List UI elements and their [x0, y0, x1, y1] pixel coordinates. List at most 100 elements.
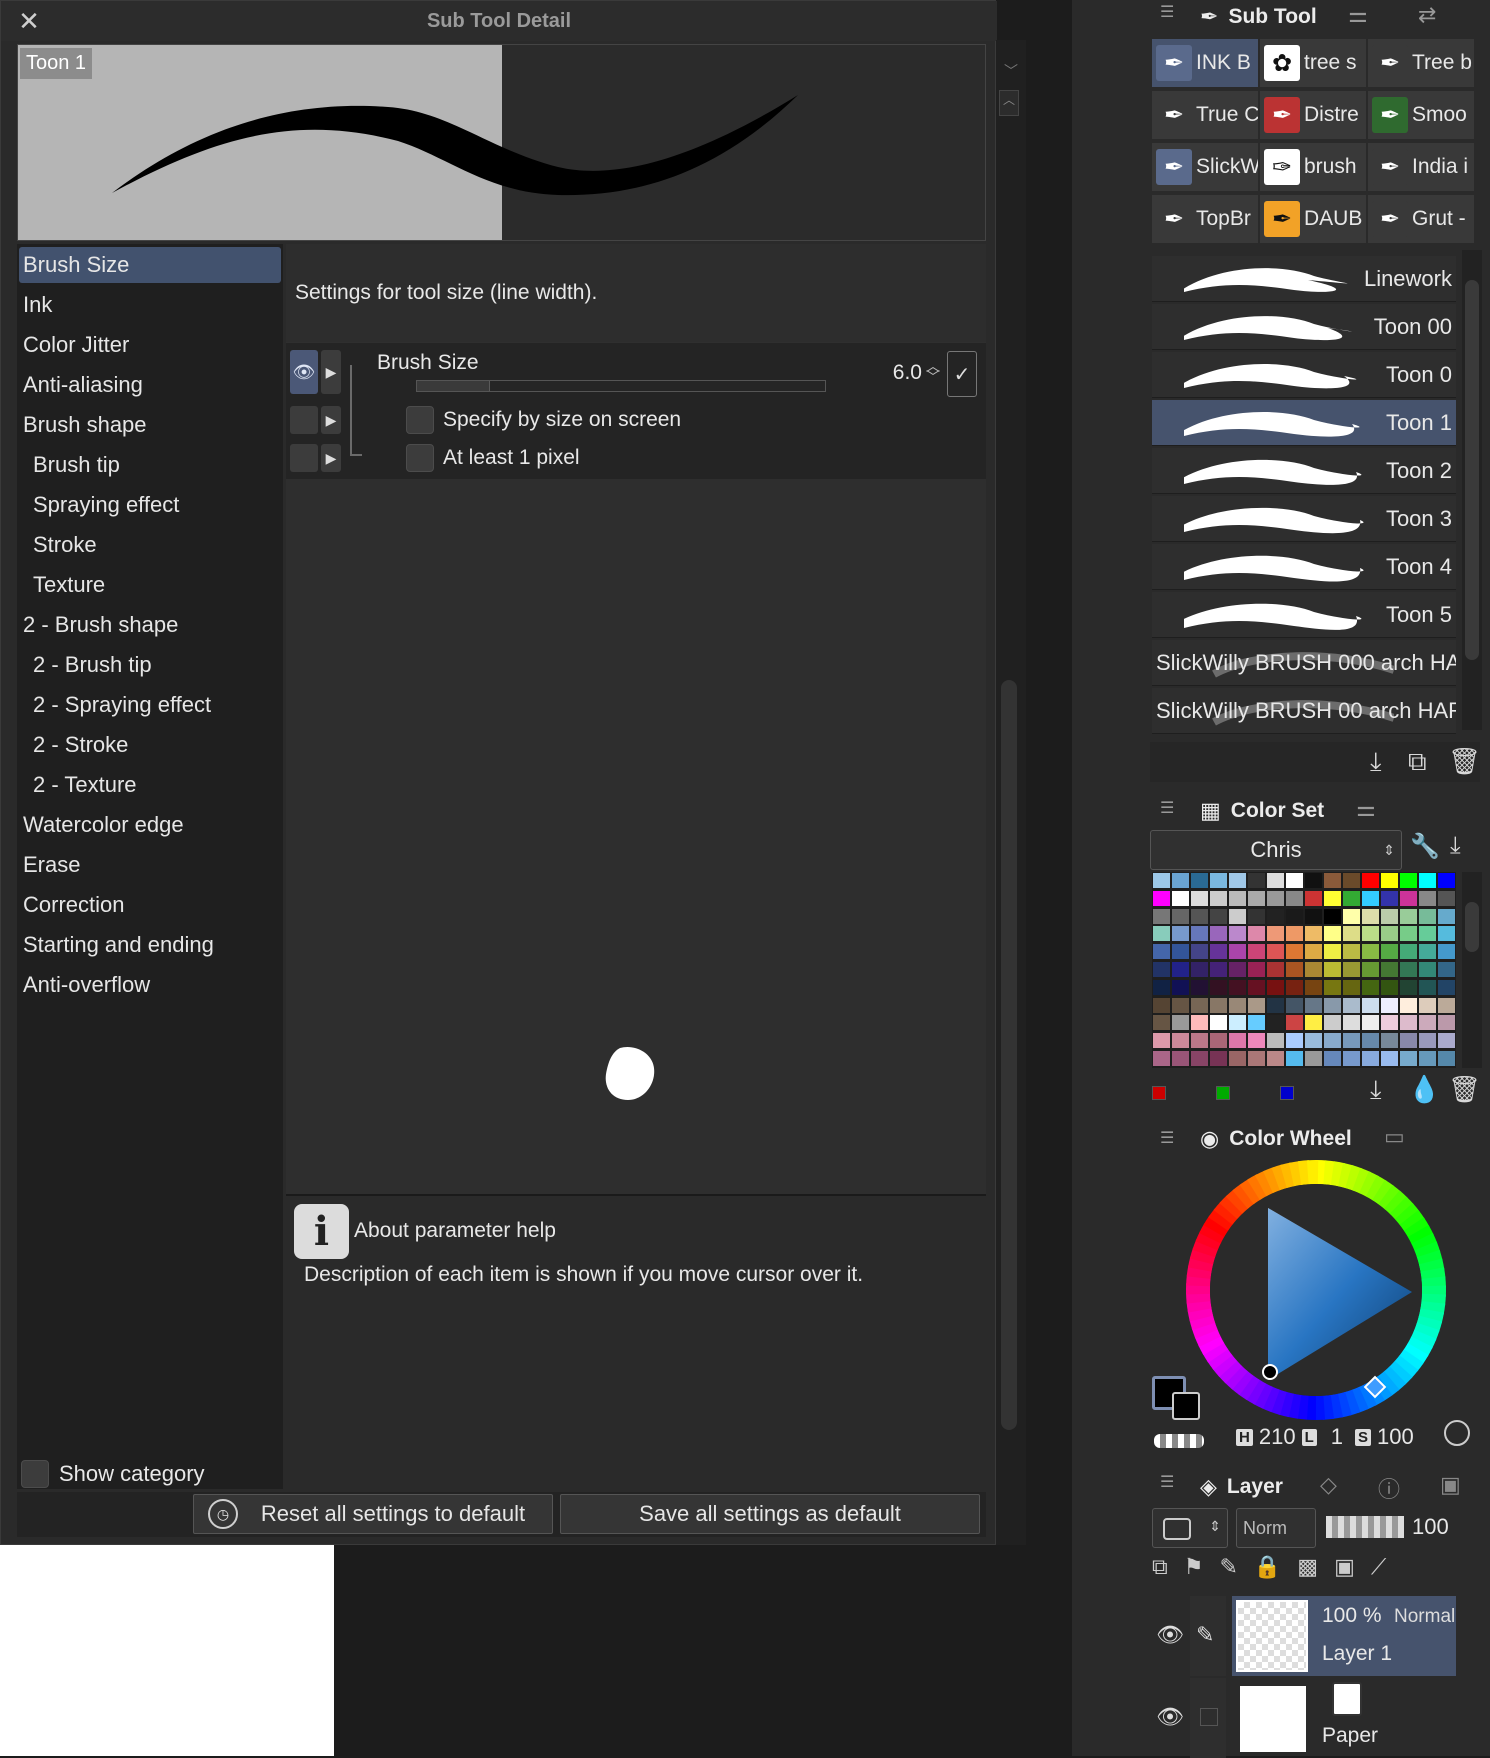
- category-item[interactable]: 2 - Brush tip: [19, 647, 281, 683]
- color-swatch[interactable]: [1400, 1015, 1417, 1030]
- brush-size-value[interactable]: 6.0: [886, 361, 922, 385]
- color-swatch[interactable]: [1248, 926, 1265, 941]
- brush-list-item[interactable]: Toon 0: [1152, 352, 1456, 398]
- color-swatch[interactable]: [1172, 1033, 1189, 1048]
- category-item[interactable]: Watercolor edge: [19, 807, 281, 843]
- save-all-button[interactable]: Save all settings as default: [560, 1494, 980, 1534]
- color-swatch[interactable]: [1305, 1051, 1322, 1066]
- color-swatch[interactable]: [1210, 1033, 1227, 1048]
- add-color-icon[interactable]: 💧: [1408, 1074, 1440, 1105]
- color-swatch[interactable]: [1267, 909, 1284, 924]
- color-swatch[interactable]: [1267, 1033, 1284, 1048]
- color-swatch[interactable]: [1191, 909, 1208, 924]
- color-swatch[interactable]: [1438, 962, 1455, 977]
- color-swatch[interactable]: [1400, 944, 1417, 959]
- eye-toggle[interactable]: [290, 444, 318, 472]
- scroll-up-arrow[interactable]: ︿: [999, 90, 1019, 116]
- color-swatch[interactable]: [1381, 891, 1398, 906]
- reset-all-button[interactable]: ◷ Reset all settings to default: [193, 1494, 553, 1534]
- lock-alpha-icon[interactable]: ▩: [1297, 1554, 1318, 1588]
- color-swatch[interactable]: [1229, 962, 1246, 977]
- color-swatch[interactable]: [1362, 891, 1379, 906]
- color-swatch[interactable]: [1229, 998, 1246, 1013]
- ruler-icon[interactable]: ⟋: [1371, 1554, 1386, 1588]
- color-swatch[interactable]: [1400, 980, 1417, 995]
- color-swatch[interactable]: [1381, 1033, 1398, 1048]
- color-swatch[interactable]: [1400, 1033, 1417, 1048]
- value-stepper-icon[interactable]: ︿﹀: [923, 357, 943, 387]
- category-item[interactable]: Starting and ending: [19, 927, 281, 963]
- color-swatch[interactable]: [1419, 1033, 1436, 1048]
- category-item[interactable]: Texture: [19, 567, 281, 603]
- color-swatch[interactable]: [1438, 944, 1455, 959]
- color-swatch[interactable]: [1305, 980, 1322, 995]
- color-swatch[interactable]: [1248, 998, 1265, 1013]
- brush-list-item[interactable]: Toon 5: [1152, 592, 1456, 638]
- color-swatch[interactable]: [1153, 909, 1170, 924]
- color-swatch[interactable]: [1172, 891, 1189, 906]
- clip-icon[interactable]: ⧉: [1152, 1554, 1168, 1588]
- color-mode-icon[interactable]: [1444, 1420, 1470, 1446]
- color-swatch[interactable]: [1286, 1051, 1303, 1066]
- color-swatch[interactable]: [1362, 1015, 1379, 1030]
- color-swatch[interactable]: [1191, 926, 1208, 941]
- color-swatch[interactable]: [1153, 1051, 1170, 1066]
- color-swatch[interactable]: [1153, 944, 1170, 959]
- import-icon[interactable]: ⤓: [1370, 746, 1382, 778]
- color-swatch[interactable]: [1419, 998, 1436, 1013]
- color-swatch[interactable]: [1172, 1051, 1189, 1066]
- layer-type-dropdown[interactable]: ⇕: [1152, 1508, 1228, 1548]
- color-swatch[interactable]: [1229, 944, 1246, 959]
- color-swatch[interactable]: [1400, 1051, 1417, 1066]
- color-swatch[interactable]: [1248, 980, 1265, 995]
- color-swatch[interactable]: [1153, 1033, 1170, 1048]
- color-swatch[interactable]: [1191, 998, 1208, 1013]
- color-swatch[interactable]: [1248, 873, 1265, 888]
- tab-layer[interactable]: ◈ Layer: [1200, 1470, 1283, 1504]
- checkbox-icon[interactable]: [1200, 1708, 1218, 1726]
- color-swatch[interactable]: [1362, 962, 1379, 977]
- eye-toggle[interactable]: [290, 406, 318, 434]
- color-swatch[interactable]: [1172, 980, 1189, 995]
- pressure-settings-icon[interactable]: ✓: [947, 351, 977, 397]
- color-swatch[interactable]: [1305, 873, 1322, 888]
- color-swatch[interactable]: [1286, 873, 1303, 888]
- color-swatch[interactable]: [1210, 962, 1227, 977]
- brush-list-item[interactable]: Toon 1: [1152, 400, 1456, 446]
- color-swatch[interactable]: [1248, 891, 1265, 906]
- transparent-color-icon[interactable]: [1154, 1434, 1204, 1448]
- color-swatch[interactable]: [1381, 873, 1398, 888]
- blue-swatch[interactable]: [1280, 1086, 1294, 1100]
- color-swatch[interactable]: [1400, 909, 1417, 924]
- color-swatch[interactable]: [1191, 1015, 1208, 1030]
- brush-list-item[interactable]: Toon 00: [1152, 304, 1456, 350]
- color-swatch[interactable]: [1324, 891, 1341, 906]
- green-swatch[interactable]: [1216, 1086, 1230, 1100]
- color-swatch[interactable]: [1343, 1051, 1360, 1066]
- sub-tool-group-button[interactable]: ✒Smoo: [1368, 91, 1474, 139]
- color-swatch[interactable]: [1153, 998, 1170, 1013]
- color-swatch[interactable]: [1229, 1015, 1246, 1030]
- tab-color-set[interactable]: ▦ Color Set: [1200, 794, 1324, 828]
- menu-icon[interactable]: ☰: [1160, 1128, 1174, 1148]
- color-swatch[interactable]: [1400, 962, 1417, 977]
- eye-icon[interactable]: 👁: [290, 350, 318, 394]
- color-swatch[interactable]: [1324, 1051, 1341, 1066]
- color-swatch[interactable]: [1153, 1015, 1170, 1030]
- color-swatch[interactable]: [1210, 891, 1227, 906]
- color-swatch[interactable]: [1362, 1033, 1379, 1048]
- color-swatch[interactable]: [1343, 926, 1360, 941]
- layer-row[interactable]: 👁Paper: [1152, 1678, 1456, 1758]
- color-swatch[interactable]: [1267, 980, 1284, 995]
- color-swatch[interactable]: [1267, 926, 1284, 941]
- sub-tool-group-button[interactable]: ✒Distre: [1260, 91, 1366, 139]
- expand-arrow-icon[interactable]: ▶: [321, 406, 341, 434]
- color-swatch[interactable]: [1229, 891, 1246, 906]
- color-swatch[interactable]: [1286, 926, 1303, 941]
- brush-list-item[interactable]: Toon 4: [1152, 544, 1456, 590]
- color-swatch[interactable]: [1172, 1015, 1189, 1030]
- chevron-down-icon[interactable]: ﹀: [1000, 60, 1022, 82]
- sub-tool-group-button[interactable]: ✒India i: [1368, 143, 1474, 191]
- color-swatch[interactable]: [1438, 998, 1455, 1013]
- color-swatch[interactable]: [1172, 873, 1189, 888]
